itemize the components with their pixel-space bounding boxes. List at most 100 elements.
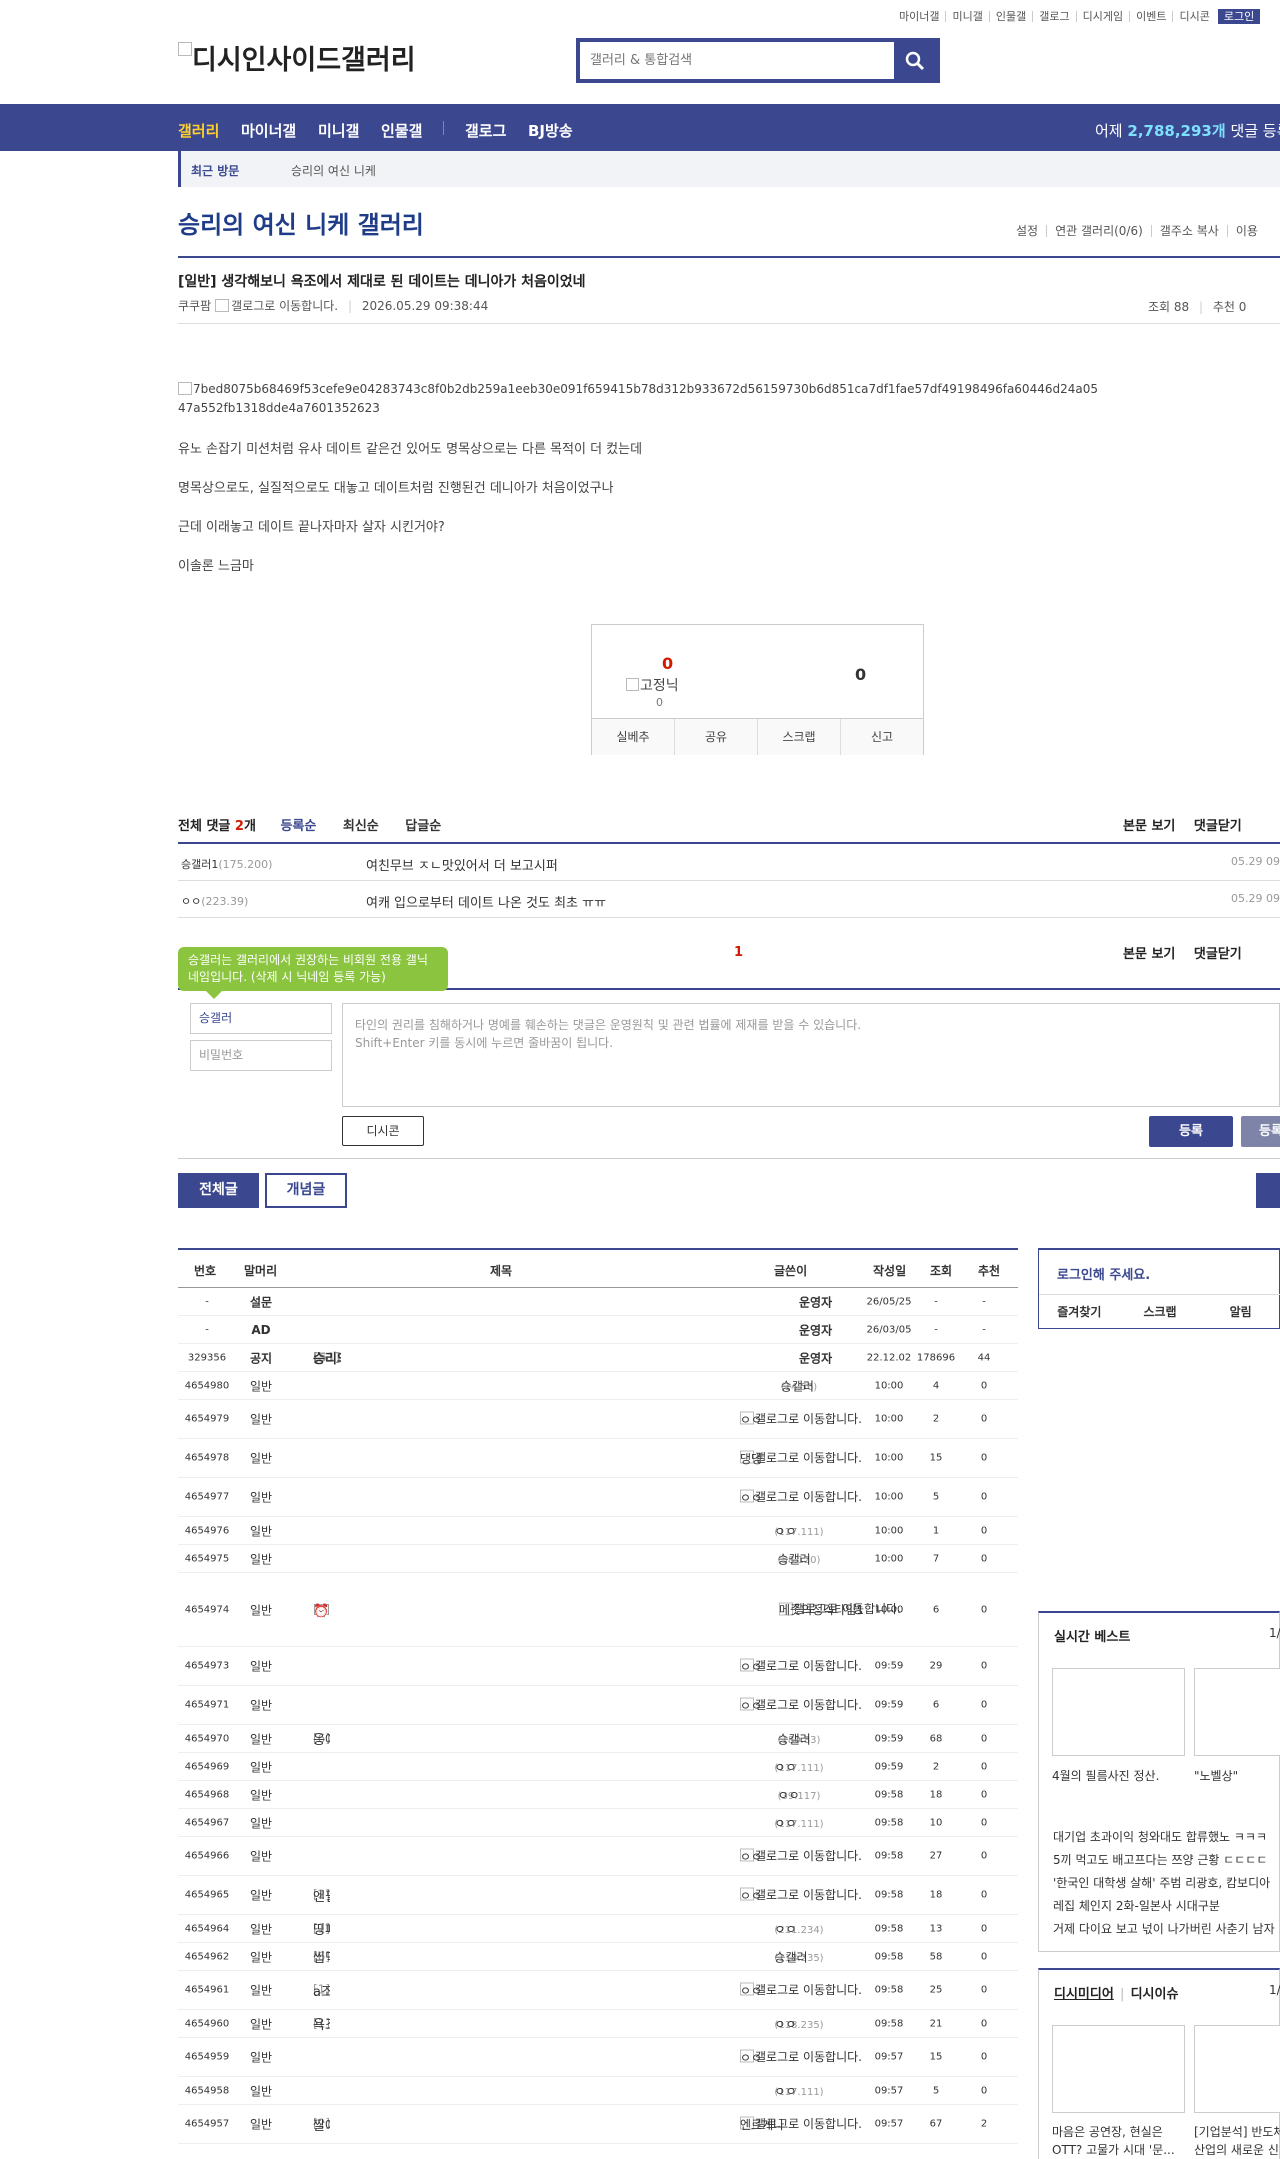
table-row[interactable]: 4654978일반씨발 띵페에서 승니갤 고닉 발견ㅋㅋㅋㅋㅋㅋㅋㅋ 댕댕 갤로… xyxy=(178,1439,1018,1478)
comment-writer[interactable]: 승갤러1(175.200) xyxy=(181,856,272,872)
table-row[interactable]: 4654966일반시발 1년전 생각했었는데 ㅇㅇ 갤로그로 이동합니다.09:… xyxy=(178,1837,1018,1876)
best-caption[interactable]: "노벨상" xyxy=(1194,1767,1238,1784)
util-link[interactable]: 마이너갤 xyxy=(893,11,947,22)
best-thumbnail[interactable] xyxy=(1194,1668,1280,1756)
post-title-link[interactable]: 응에도 오늘 띵페가노 [6] xyxy=(313,1731,330,1746)
util-link[interactable]: 인물갤 xyxy=(990,11,1034,22)
media-thumbnail[interactable] xyxy=(1052,2025,1185,2113)
best-list-item[interactable]: '한국인 대학생 살해' 주범 리광호, 캄보디아 xyxy=(1053,1872,1275,1895)
table-row[interactable]: 4654969일반찢기견들 특유의 이환 견제 화법 정리 ㅇㅇ (117.11… xyxy=(178,1753,1018,1781)
util-link[interactable]: 갤로그 xyxy=(1033,11,1077,22)
gallog-link[interactable]: 갤로그로 이동합니다. xyxy=(740,1848,862,1865)
post-title-link[interactable]: ⏰ 10시를 알려드립니다 [1] xyxy=(313,1602,330,1617)
table-row[interactable]: 4654980일반조견이들 싹 다 노롯노롯 양념갈비됐으면 승갤러 (14.5… xyxy=(178,1372,1018,1400)
table-row[interactable]: 4654976일반이환 압승! 찢기견들 패배 선언 언제 함? ㅇㅇ (117… xyxy=(178,1517,1018,1545)
table-row[interactable]: 4654975일반앞줄 조르게니) 새벽 1시에 왔다 승갤러 (58.120)… xyxy=(178,1545,1018,1573)
post-title-link[interactable]: 욕조는 왜 코스프레 한 애들이 없냐?? [1] xyxy=(313,2016,330,2031)
post-title-link[interactable]: 짤에서 느껴지노 [2] xyxy=(313,2117,330,2132)
best-list-item[interactable]: 대기업 초과이익 청와대도 합류했노 ㅋㅋㅋ xyxy=(1053,1826,1275,1849)
table-row[interactable]: 4654957일반짤에서 느껴지노 [2]엔르게나 갤로그로 이동합니다.09:… xyxy=(178,2105,1018,2144)
favorites-button[interactable]: 즐겨찾기 xyxy=(1039,1295,1120,1329)
comment-writer[interactable]: ㅇㅇ(223.39) xyxy=(181,893,248,909)
gallog-link[interactable]: 갤로그로 이동합니다. xyxy=(740,1697,862,1714)
table-row[interactable]: 4654973일반카츄야 너냐? ㅋㅋㅋㅋㅋㅋㅋㅋㅋㅋㅋㅋㅋㅋㅋㅋ ㅇㅇ 갤로그… xyxy=(178,1647,1018,1686)
sort-registered[interactable]: 등록순 xyxy=(280,819,316,834)
post-author[interactable]: 쿠쿠팜 xyxy=(178,299,211,313)
comment-textarea[interactable]: 타인의 권리를 침해하거나 명예를 훼손하는 댓글은 운영원칙 및 관련 법률에… xyxy=(342,1003,1280,1107)
table-row[interactable]: 4654967일반작년 띵페에서 개인 코스어 포토존 있었음? ㅇㅇ (117… xyxy=(178,1809,1018,1837)
gallog-link[interactable]: 갤로그로 이동합니다. xyxy=(740,1489,862,1506)
table-row[interactable]: 4654971일반니아짱 레이저 긋조나 빨리내주셈 ㅇㅇ 갤로그로 이동합니다… xyxy=(178,1686,1018,1725)
gallog-link[interactable]: 갤로그로 이동합니다. xyxy=(740,2116,862,2133)
recommend-up-count[interactable]: 0 xyxy=(662,654,673,673)
util-link[interactable]: 디시콘 xyxy=(1173,11,1215,22)
gallog-link[interactable]: 갤로그로 이동합니다. xyxy=(740,2049,862,2066)
recent-gallery-link[interactable]: 승리의 여신 니케 xyxy=(291,162,376,179)
close-comments-button[interactable]: 댓글닫기 xyxy=(1194,819,1242,834)
tab-dc-media[interactable]: 디시미디어 xyxy=(1054,1987,1114,2002)
gallog-link[interactable]: 갤로그로 이동합니다. xyxy=(740,1658,862,1675)
search-button[interactable] xyxy=(894,42,936,79)
table-row[interactable]: 4654974일반⏰ 10시를 알려드립니다 [1]메줏의정각타임1 갤로그로 … xyxy=(178,1573,1018,1647)
recommend-down-count[interactable]: 0 xyxy=(855,665,866,684)
util-link[interactable]: 디시게임 xyxy=(1077,11,1131,22)
table-row[interactable]: 4654965 일반 엔필 집라인 보다 기동성 좋은 바이크 하나 주었음 싶음.… xyxy=(178,1876,1018,1915)
site-logo[interactable]: 디시인사이드갤러리 xyxy=(178,38,416,77)
util-link[interactable]: 이벤트 xyxy=(1130,11,1174,22)
table-row[interactable]: -설문대중들이 가는 생활용품 매장 절대 안 가봤을 것 같은 ... 운영자… xyxy=(178,1288,1018,1316)
comment-page-number[interactable]: 1 xyxy=(734,945,743,960)
sort-latest[interactable]: 최신순 xyxy=(343,819,379,834)
post-title-link[interactable]: 씹덕겜 안해서그런가 여캐가 대놓고 엉덩이흔드는거 [6] xyxy=(313,1949,330,1964)
gallery-title[interactable]: 승리의 여신 니케 갤러리 xyxy=(178,205,424,240)
best-thumbnail[interactable] xyxy=(1052,1668,1185,1756)
gallery-settings-link[interactable]: 설정 xyxy=(1008,225,1046,237)
submit-button[interactable]: 등록 xyxy=(1149,1116,1233,1147)
table-row[interactable]: 4654968일반시발 나작명이 ㅇㅇ (39.117)09:58180 xyxy=(178,1781,1018,1809)
submit-recommend-button[interactable]: 등록 xyxy=(1241,1116,1280,1147)
tab-dc-issue[interactable]: 디시이슈 xyxy=(1131,1987,1179,2002)
nav-person-gallery[interactable]: 인물갤 xyxy=(381,120,422,141)
search-input[interactable] xyxy=(580,42,894,79)
view-body-button[interactable]: 본문 보기 xyxy=(1123,819,1175,834)
best-list-item[interactable]: 5끼 먹고도 배고프다는 쯔양 근황 ㄷㄷㄷㄷ xyxy=(1053,1849,1275,1872)
real-best-button[interactable]: 실베추 xyxy=(592,719,674,755)
dccon-button[interactable]: 디시콘 xyxy=(342,1116,424,1146)
realtime-best-page[interactable]: 1/ xyxy=(1269,1626,1280,1640)
close-comments-button[interactable]: 댓글닫기 xyxy=(1194,947,1242,962)
tab-concept-posts[interactable]: 개념글 xyxy=(265,1173,347,1208)
post-title-link[interactable]: 띵페에서 승니갤 보고 있으면 멋있어 보이려나? [1] xyxy=(313,1921,330,1936)
table-row[interactable]: 4654970일반응에도 오늘 띵페가노 [6]승갤러 (180.83)09:5… xyxy=(178,1725,1018,1753)
write-button[interactable] xyxy=(1256,1173,1280,1208)
table-row[interactable]: 4654979일반근데 블아는 왜 초딩 그려놓고 고딩이라고 자꾸 우김? ㅇ… xyxy=(178,1400,1018,1439)
report-button[interactable]: 신고 xyxy=(840,719,923,755)
gallog-icon[interactable] xyxy=(215,299,230,312)
media-caption[interactable]: [기업분석] 반도체 산업의 새로운 신 xyxy=(1194,2123,1280,2159)
table-row[interactable]: 4654962 일반 씹덕겜 안해서그런가 여캐가 대놓고 엉덩이흔드는거 [6] 승… xyxy=(178,1943,1018,1971)
best-caption[interactable]: 4월의 필름사진 정산. xyxy=(1052,1767,1159,1784)
login-prompt[interactable]: 로그인해 주세요. xyxy=(1057,1264,1150,1283)
table-row[interactable]: 329356 공지 승리의 여신 니케 갤러리 이용 안내 [51] 운영자 22.1… xyxy=(178,1344,1018,1372)
table-row[interactable]: 4654977일반작년이랑 비슷하게 생각한거려나 ㅇㅇ 갤로그로 이동합니다.… xyxy=(178,1478,1018,1517)
gallog-link[interactable]: 갤로그로 이동합니다. xyxy=(740,1450,862,1467)
table-row[interactable]: -AD게임도 식후경! 오늘 뭐 먹지? 운영자 26/03/05-- xyxy=(178,1316,1018,1344)
table-row[interactable]: 4654961일반a조랑 b조는 ㄹㅇ 8시엔 와야 될 듯 [1]ㅇㅇ 갤로그… xyxy=(178,1971,1018,2010)
table-row[interactable]: 4654960일반욕조는 왜 코스프레 한 애들이 없냐?? [1]ㅇㅇ (11… xyxy=(178,2010,1018,2038)
nickname-field[interactable]: 승갤러 xyxy=(190,1003,332,1034)
best-list-item[interactable]: 거제 다이요 보고 넋이 나가버린 사춘기 남자 xyxy=(1053,1918,1275,1941)
view-body-button[interactable]: 본문 보기 xyxy=(1123,947,1175,962)
post-title-link[interactable]: a조랑 b조는 ㄹㅇ 8시엔 와야 될 듯 [1] xyxy=(313,1983,330,1998)
post-title-link[interactable]: 승리의 여신 니케 갤러리 이용 안내 [51] xyxy=(313,1350,341,1365)
login-button[interactable]: 로그인 xyxy=(1217,9,1261,24)
gallog-link[interactable]: 갤로그로 이동합니다. xyxy=(740,1982,862,1999)
media-caption[interactable]: 마음은 공연장, 현실은 OTT? 고물가 시대 '문... xyxy=(1052,2123,1175,2159)
table-row[interactable]: 4654959일반나작명 어딨어 ㅇㅇ 갤로그로 이동합니다.09:57150 xyxy=(178,2038,1018,2077)
scrap-button[interactable]: 스크랩 xyxy=(757,719,840,755)
copy-address-link[interactable]: 갤주소 복사 xyxy=(1150,225,1227,237)
nav-mini-gallery[interactable]: 미니갤 xyxy=(318,120,359,141)
nav-gallog[interactable]: 갤로그 xyxy=(465,120,506,141)
tab-all-posts[interactable]: 전체글 xyxy=(178,1173,259,1208)
sort-reply[interactable]: 답글순 xyxy=(405,819,441,834)
post-title-link[interactable]: 엔필 집라인 보다 기동성 좋은 바이크 하나 주었음 싶음. [2] xyxy=(313,1888,330,1903)
best-list-item[interactable]: 레집 체인지 2화-일본사 시대구분 xyxy=(1053,1895,1275,1918)
nav-bj[interactable]: BJ방송 xyxy=(528,120,573,141)
